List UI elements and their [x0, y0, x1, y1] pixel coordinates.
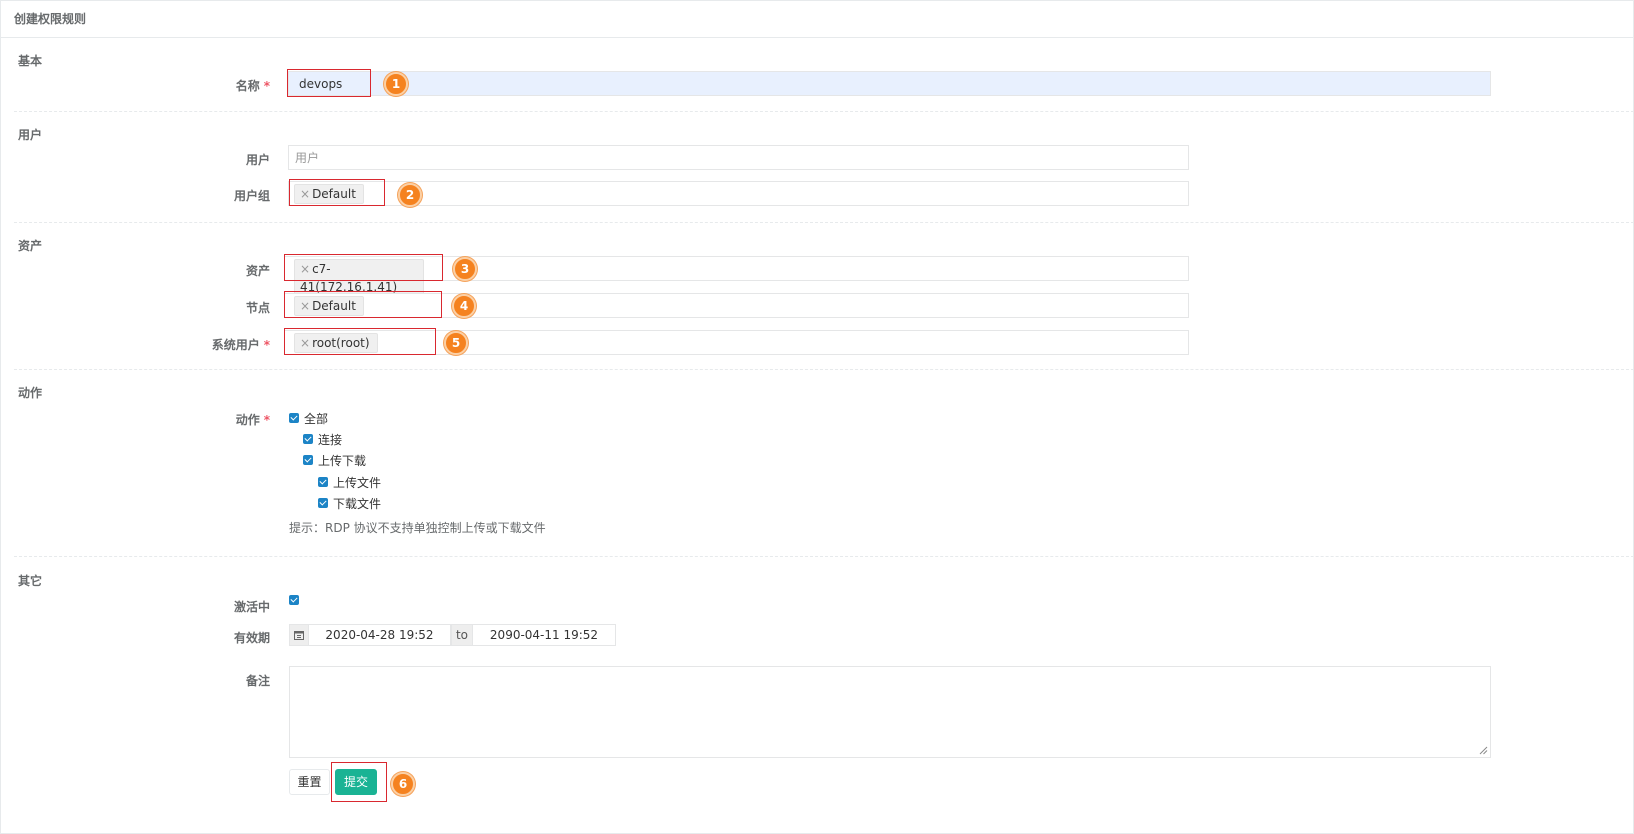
asset-label: 资产 [245, 264, 270, 278]
node-label: 节点 [245, 301, 270, 315]
step-badge-2: 2 [398, 183, 422, 207]
active-label: 激活中 [233, 600, 270, 614]
validity-end-input[interactable]: 2090-04-11 19:52 [472, 624, 616, 646]
actions-label: 动作 * [235, 413, 270, 427]
highlight-box-3 [284, 254, 443, 281]
section-actions-title: 动作 [18, 386, 43, 400]
comment-textarea[interactable] [289, 666, 1491, 758]
step-badge-6: 6 [391, 772, 415, 796]
section-users-title: 用户 [18, 128, 43, 142]
user-group-label: 用户组 [233, 189, 270, 203]
checkbox-download[interactable] [318, 498, 328, 508]
divider [14, 369, 1634, 370]
divider [14, 222, 1634, 223]
checkbox-updown[interactable] [303, 455, 313, 465]
section-other-title: 其它 [18, 574, 43, 588]
page-title: 创建权限规则 [14, 12, 87, 26]
highlight-box-2 [289, 179, 385, 206]
checkbox-all[interactable] [289, 413, 299, 423]
user-placeholder: 用户 [295, 151, 320, 165]
checkbox-active[interactable] [289, 595, 299, 605]
step-badge-5: 5 [444, 331, 468, 355]
validity-start-input[interactable]: 2020-04-28 19:52 [308, 624, 451, 646]
name-input[interactable]: devops [288, 71, 1491, 96]
checkbox-connect[interactable] [303, 434, 313, 444]
actions-hint: 提示：RDP 协议不支持单独控制上传或下载文件 [289, 521, 546, 535]
highlight-box-5 [284, 328, 436, 355]
calendar-icon[interactable] [289, 624, 309, 646]
checkbox-updown-label: 上传下载 [318, 454, 367, 468]
checkbox-upload[interactable] [318, 477, 328, 487]
divider [14, 556, 1634, 557]
highlight-box-6 [331, 762, 387, 802]
page-header: 创建权限规则 [0, 0, 1634, 38]
section-basic-title: 基本 [18, 54, 43, 68]
checkbox-upload-label: 上传文件 [333, 476, 382, 490]
divider [14, 111, 1634, 112]
checkbox-download-label: 下载文件 [333, 497, 382, 511]
step-badge-4: 4 [452, 294, 476, 318]
user-label: 用户 [245, 153, 270, 167]
checkbox-all-label: 全部 [304, 412, 329, 426]
system-user-label: 系统用户 * [211, 338, 270, 352]
highlight-box-1 [287, 69, 371, 97]
comment-label: 备注 [245, 674, 270, 688]
step-badge-1: 1 [384, 72, 408, 96]
resize-grip-icon[interactable] [1479, 746, 1488, 755]
checkbox-connect-label: 连接 [318, 433, 343, 447]
section-assets-title: 资产 [18, 239, 43, 253]
user-select-input[interactable]: 用户 [288, 145, 1189, 170]
step-badge-3: 3 [453, 257, 477, 281]
highlight-box-4 [284, 291, 442, 318]
reset-button[interactable]: 重置 [289, 769, 330, 795]
validity-to-label: to [451, 624, 473, 646]
user-group-select[interactable] [288, 181, 1189, 206]
name-label: 名称 * [235, 79, 270, 93]
validity-label: 有效期 [233, 631, 270, 645]
